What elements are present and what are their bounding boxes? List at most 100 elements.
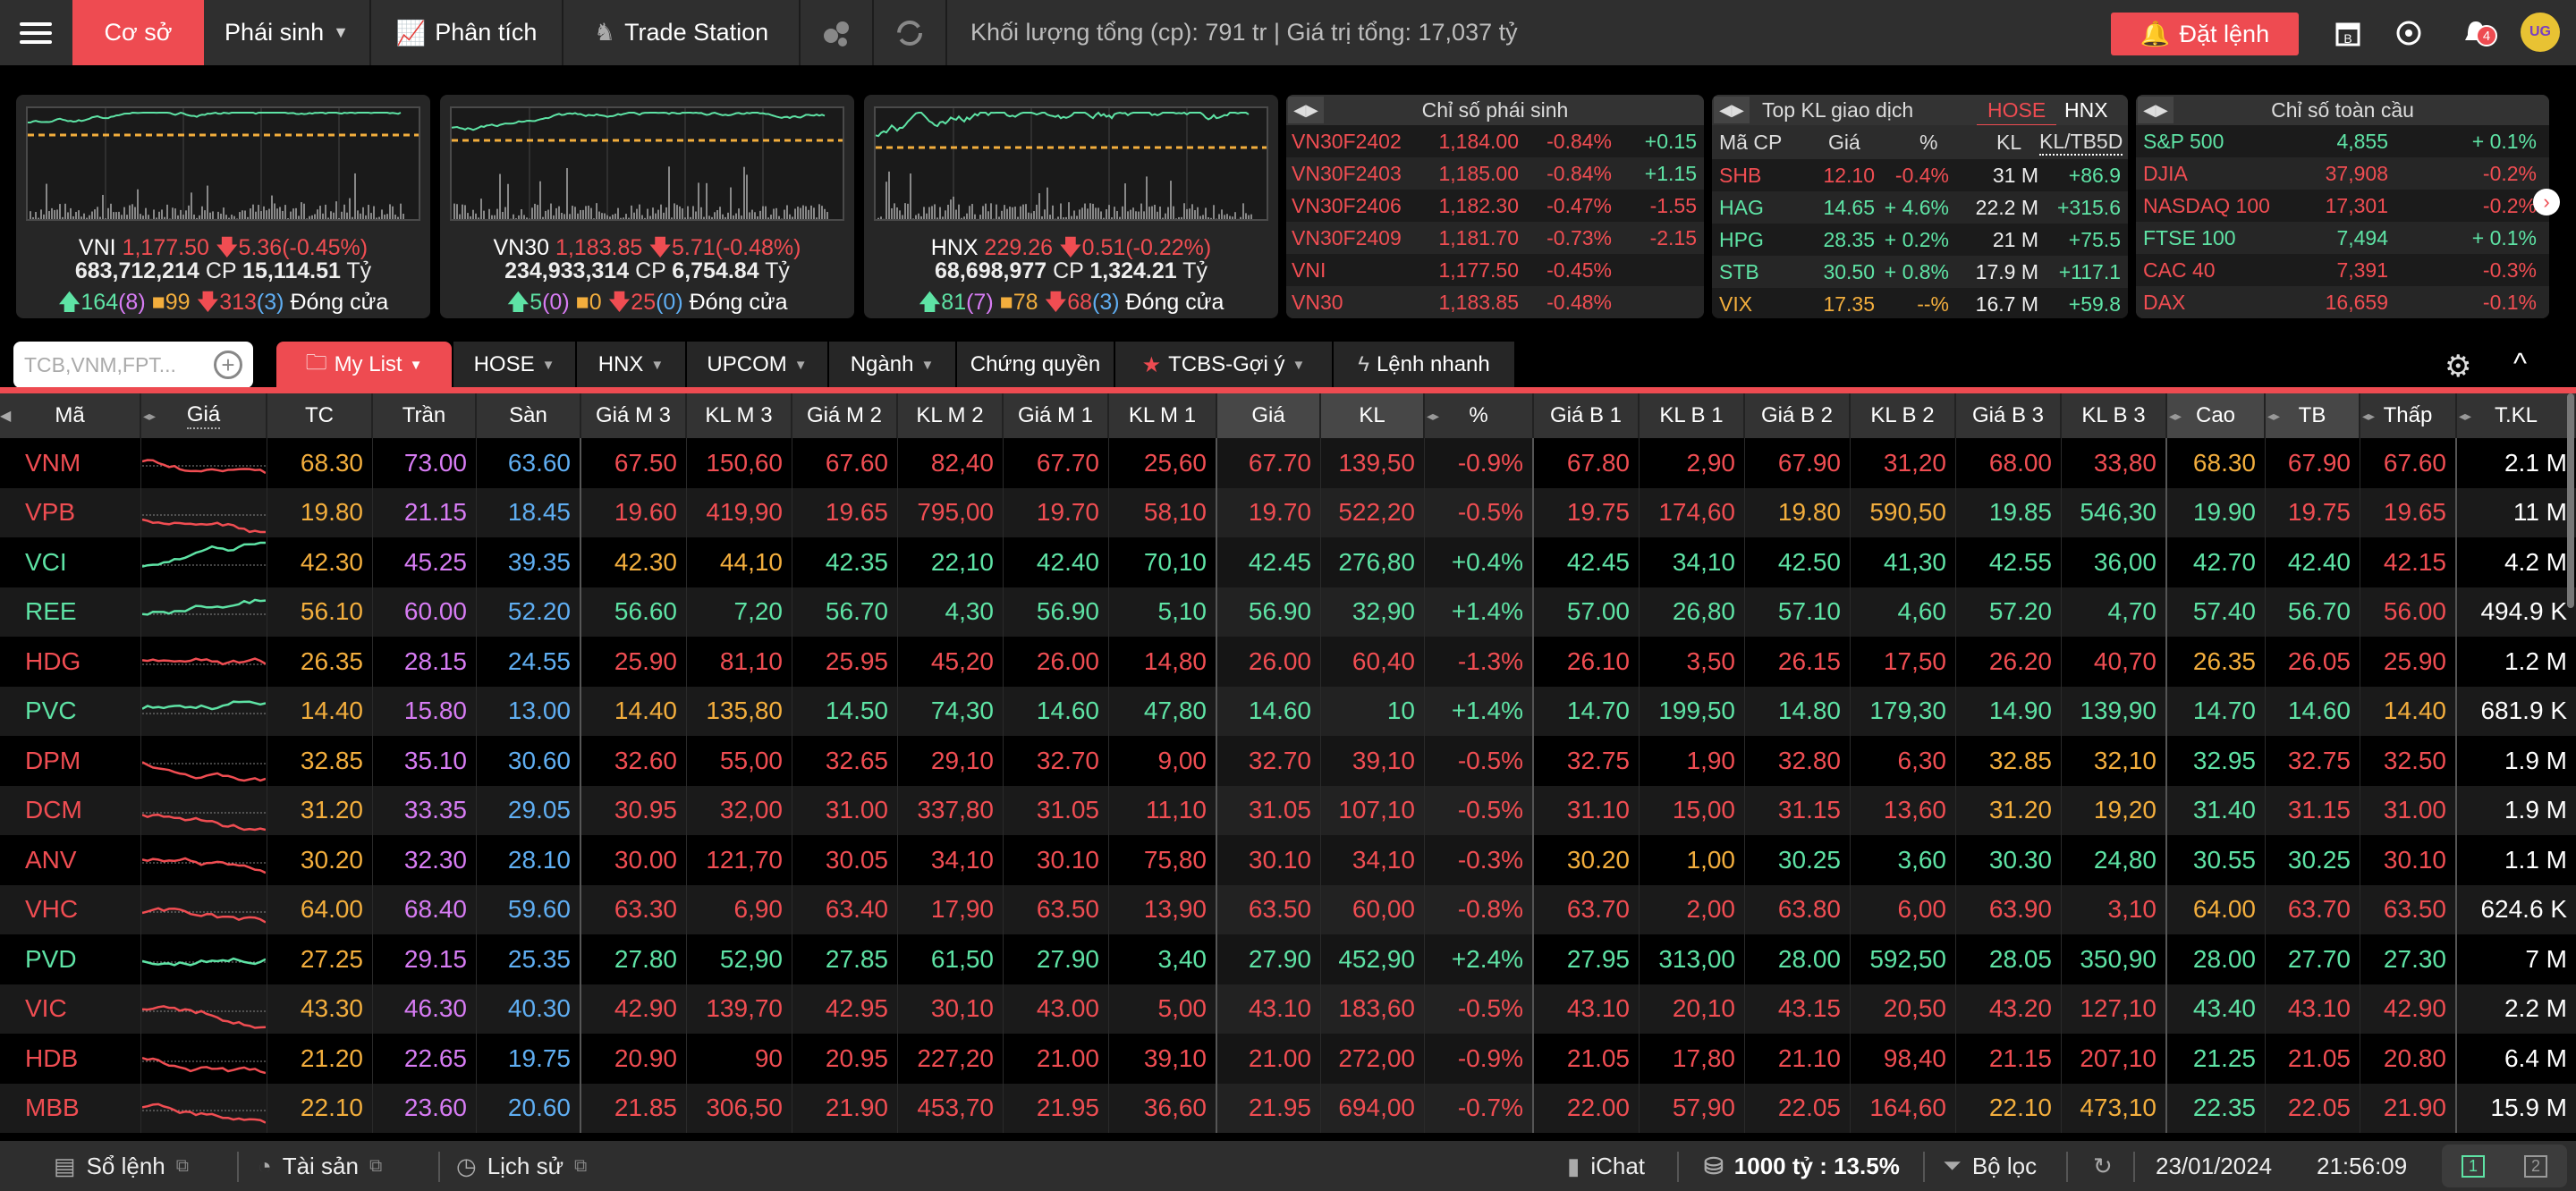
- table-row[interactable]: DCM 31.20 33.35 29.05 30.95 32,00 31.00 337,80 3…: [0, 785, 2576, 835]
- tab-chung-quyen[interactable]: Chứng quyền: [957, 342, 1114, 388]
- global-index-row[interactable]: FTSE 100 7,494 + 0.1%: [2136, 222, 2549, 254]
- column-header[interactable]: KL B 1: [1640, 393, 1745, 438]
- table-row[interactable]: PVD 27.25 29.15 25.35 27.80 52,90 27.85 61,50 27…: [0, 934, 2576, 984]
- symbol-cell[interactable]: VIC: [0, 984, 141, 1034]
- collapse-chevron-up-icon[interactable]: ^: [2513, 347, 2527, 380]
- calendar-icon[interactable]: B: [2326, 0, 2370, 65]
- column-header[interactable]: KL M 3: [687, 393, 792, 438]
- tab-hnx[interactable]: HNX: [2064, 98, 2108, 122]
- collapse-left-icon[interactable]: ◀: [0, 407, 11, 425]
- tab-lenh-nhanh[interactable]: ϟ Lệnh nhanh: [1334, 342, 1514, 388]
- global-index-row[interactable]: CAC 40 7,391 -0.3%: [2136, 254, 2549, 286]
- column-header[interactable]: Giá: [1217, 393, 1321, 438]
- derivative-row[interactable]: VN30 1,183.85 -0.48%: [1286, 286, 1704, 318]
- tab-hose[interactable]: HOSE ▼: [453, 342, 575, 388]
- swap-arrows-icon[interactable]: ◀▶: [1714, 97, 1750, 123]
- index-panel-hnx[interactable]: HNX 229.26 🡇0.51(-0.22%) 68,698,977 CP 1,…: [864, 95, 1278, 318]
- refresh-icon[interactable]: ↻: [2093, 1141, 2113, 1191]
- table-row[interactable]: VCI 42.30 45.25 39.35 42.30 44,10 42.35 22,10 42…: [0, 537, 2576, 587]
- refresh-icon[interactable]: [874, 0, 945, 65]
- derivative-row[interactable]: VNI 1,177.50 -0.45%: [1286, 254, 1704, 286]
- global-index-row[interactable]: DAX 16,659 -0.1%: [2136, 286, 2549, 318]
- table-row[interactable]: MBB 22.10 23.60 20.60 21.85 306,50 21.90 453,70…: [0, 1083, 2576, 1133]
- table-row[interactable]: VHC 64.00 68.40 59.60 63.30 6,90 63.40 17,90 63.…: [0, 884, 2576, 934]
- table-row[interactable]: DPM 32.85 35.10 30.60 32.60 55,00 32.65 29,10 32…: [0, 736, 2576, 786]
- resize-arrows-icon[interactable]: ◂▸: [2267, 409, 2280, 424]
- table-row[interactable]: VIC 43.30 46.30 40.30 42.90 139,70 42.95 30,10 4…: [0, 984, 2576, 1034]
- column-header[interactable]: ◂▸ T.KL: [2457, 393, 2576, 438]
- derivative-row[interactable]: VN30F2406 1,182.30 -0.47% -1.55: [1286, 190, 1704, 222]
- symbol-cell[interactable]: PVD: [0, 934, 141, 984]
- derivative-row[interactable]: VN30F2403 1,185.00 -0.84% +1.15: [1286, 157, 1704, 190]
- column-header[interactable]: Giá M 1: [1004, 393, 1109, 438]
- global-index-row[interactable]: NASDAQ 100 17,301 -0.2%: [2136, 190, 2549, 222]
- tab-nganh[interactable]: Ngành ▼: [829, 342, 955, 388]
- column-header[interactable]: KL: [1321, 393, 1425, 438]
- column-header[interactable]: KL B 2: [1851, 393, 1956, 438]
- top-volume-row[interactable]: STB 30.50 + 0.8% 17.9 M +117.1: [1712, 256, 2128, 288]
- column-header[interactable]: Giá B 1: [1534, 393, 1640, 438]
- ichat-button[interactable]: ▮ iChat: [1567, 1141, 1645, 1191]
- column-header[interactable]: ◂▸ Giá: [141, 393, 267, 438]
- assets-link[interactable]: ◔ Tài sản ⧉: [258, 1141, 382, 1191]
- tab-hnx[interactable]: HNX ▼: [577, 342, 685, 388]
- tab-phai-sinh[interactable]: Phái sinh ▼: [204, 0, 369, 65]
- notification-icon[interactable]: 4: [2451, 0, 2501, 65]
- screen-2-button[interactable]: 2: [2523, 1154, 2547, 1178]
- column-header[interactable]: KL M 1: [1109, 393, 1217, 438]
- symbol-cell[interactable]: REE: [0, 587, 141, 637]
- symbol-cell[interactable]: VPB: [0, 487, 141, 537]
- column-header[interactable]: ◂▸%: [1425, 393, 1534, 438]
- place-order-button[interactable]: 🔔 Đặt lệnh: [2111, 13, 2299, 55]
- top-volume-row[interactable]: VIX 17.35 --% 16.7 M +59.8: [1712, 288, 2128, 318]
- derivative-row[interactable]: VN30F2402 1,184.00 -0.84% +0.15: [1286, 125, 1704, 157]
- top-volume-row[interactable]: SHB 12.10 -0.4% 31 M +86.9: [1712, 159, 2128, 191]
- resize-arrows-icon[interactable]: ◂▸: [1427, 409, 1439, 424]
- symbol-cell[interactable]: HDG: [0, 637, 141, 687]
- chevron-right-icon[interactable]: ›: [2533, 189, 2560, 215]
- column-header[interactable]: Sàn: [477, 393, 581, 438]
- index-panel-vn30[interactable]: VN30 1,183.85 🡇5.71(-0.48%) 234,933,314 C…: [440, 95, 854, 318]
- tab-hose[interactable]: HOSE: [1977, 98, 2057, 127]
- table-row[interactable]: HDG 26.35 28.15 24.55 25.90 81,10 25.95 45,20 26…: [0, 637, 2576, 687]
- column-header[interactable]: Giá M 3: [581, 393, 687, 438]
- symbol-cell[interactable]: DCM: [0, 785, 141, 835]
- global-index-row[interactable]: DJIA 37,908 -0.2%: [2136, 157, 2549, 190]
- column-header[interactable]: Trần: [373, 393, 477, 438]
- symbol-cell[interactable]: VCI: [0, 537, 141, 587]
- tab-upcom[interactable]: UPCOM ▼: [687, 342, 827, 388]
- column-header[interactable]: Giá M 2: [792, 393, 898, 438]
- symbol-cell[interactable]: HDB: [0, 1034, 141, 1084]
- column-header[interactable]: ◀ Mã: [0, 393, 141, 438]
- hamburger-icon[interactable]: [0, 0, 72, 65]
- table-row[interactable]: ANV 30.20 32.30 28.10 30.00 121,70 30.05 34,10 3…: [0, 835, 2576, 885]
- resize-arrows-icon[interactable]: ◂▸: [2169, 409, 2182, 424]
- order-book-link[interactable]: ▤ Sổ lệnh ⧉: [54, 1141, 189, 1191]
- symbol-cell[interactable]: ANV: [0, 835, 141, 885]
- index-panel-vni[interactable]: VNI 1,177.50 🡇5.36(-0.45%) 683,712,214 CP…: [16, 95, 430, 318]
- column-header[interactable]: TC: [267, 393, 373, 438]
- support-icon[interactable]: [2386, 0, 2431, 65]
- top-volume-row[interactable]: HAG 14.65 + 4.6% 22.2 M +315.6: [1712, 191, 2128, 224]
- add-icon[interactable]: +: [214, 351, 242, 379]
- top-volume-row[interactable]: HPG 28.35 + 0.2% 21 M +75.5: [1712, 224, 2128, 256]
- symbol-search-input[interactable]: TCB,VNM,FPT... +: [13, 342, 253, 388]
- column-header[interactable]: KL M 2: [898, 393, 1004, 438]
- tab-phan-tich[interactable]: 📈 Phân tích: [371, 0, 562, 65]
- filter-button[interactable]: ⏷ Bộ lọc: [1943, 1141, 2037, 1191]
- derivative-row[interactable]: VN30F2409 1,181.70 -0.73% -2.15: [1286, 222, 1704, 254]
- symbol-cell[interactable]: MBB: [0, 1083, 141, 1133]
- tab-co-so[interactable]: Cơ sở: [72, 0, 204, 65]
- screen-1-button[interactable]: 1: [2461, 1154, 2485, 1178]
- table-row[interactable]: REE 56.10 60.00 52.20 56.60 7,20 56.70 4,30 56.9…: [0, 587, 2576, 637]
- column-header[interactable]: KL B 3: [2062, 393, 2167, 438]
- avatar[interactable]: UG: [2521, 13, 2560, 52]
- gear-icon[interactable]: ⚙: [2445, 349, 2471, 384]
- resize-arrows-icon[interactable]: ◂▸: [2459, 409, 2471, 424]
- column-header[interactable]: ◂▸ Cao: [2167, 393, 2266, 438]
- resize-arrows-icon[interactable]: ◂▸: [143, 409, 156, 424]
- symbol-cell[interactable]: DPM: [0, 736, 141, 786]
- table-row[interactable]: PVC 14.40 15.80 13.00 14.40 135,80 14.50 74,30 1…: [0, 686, 2576, 736]
- column-header[interactable]: ◂▸ Thấp: [2360, 393, 2457, 438]
- threshold-indicator[interactable]: ⛁ 1000 tỷ : 13.5%: [1704, 1141, 1900, 1191]
